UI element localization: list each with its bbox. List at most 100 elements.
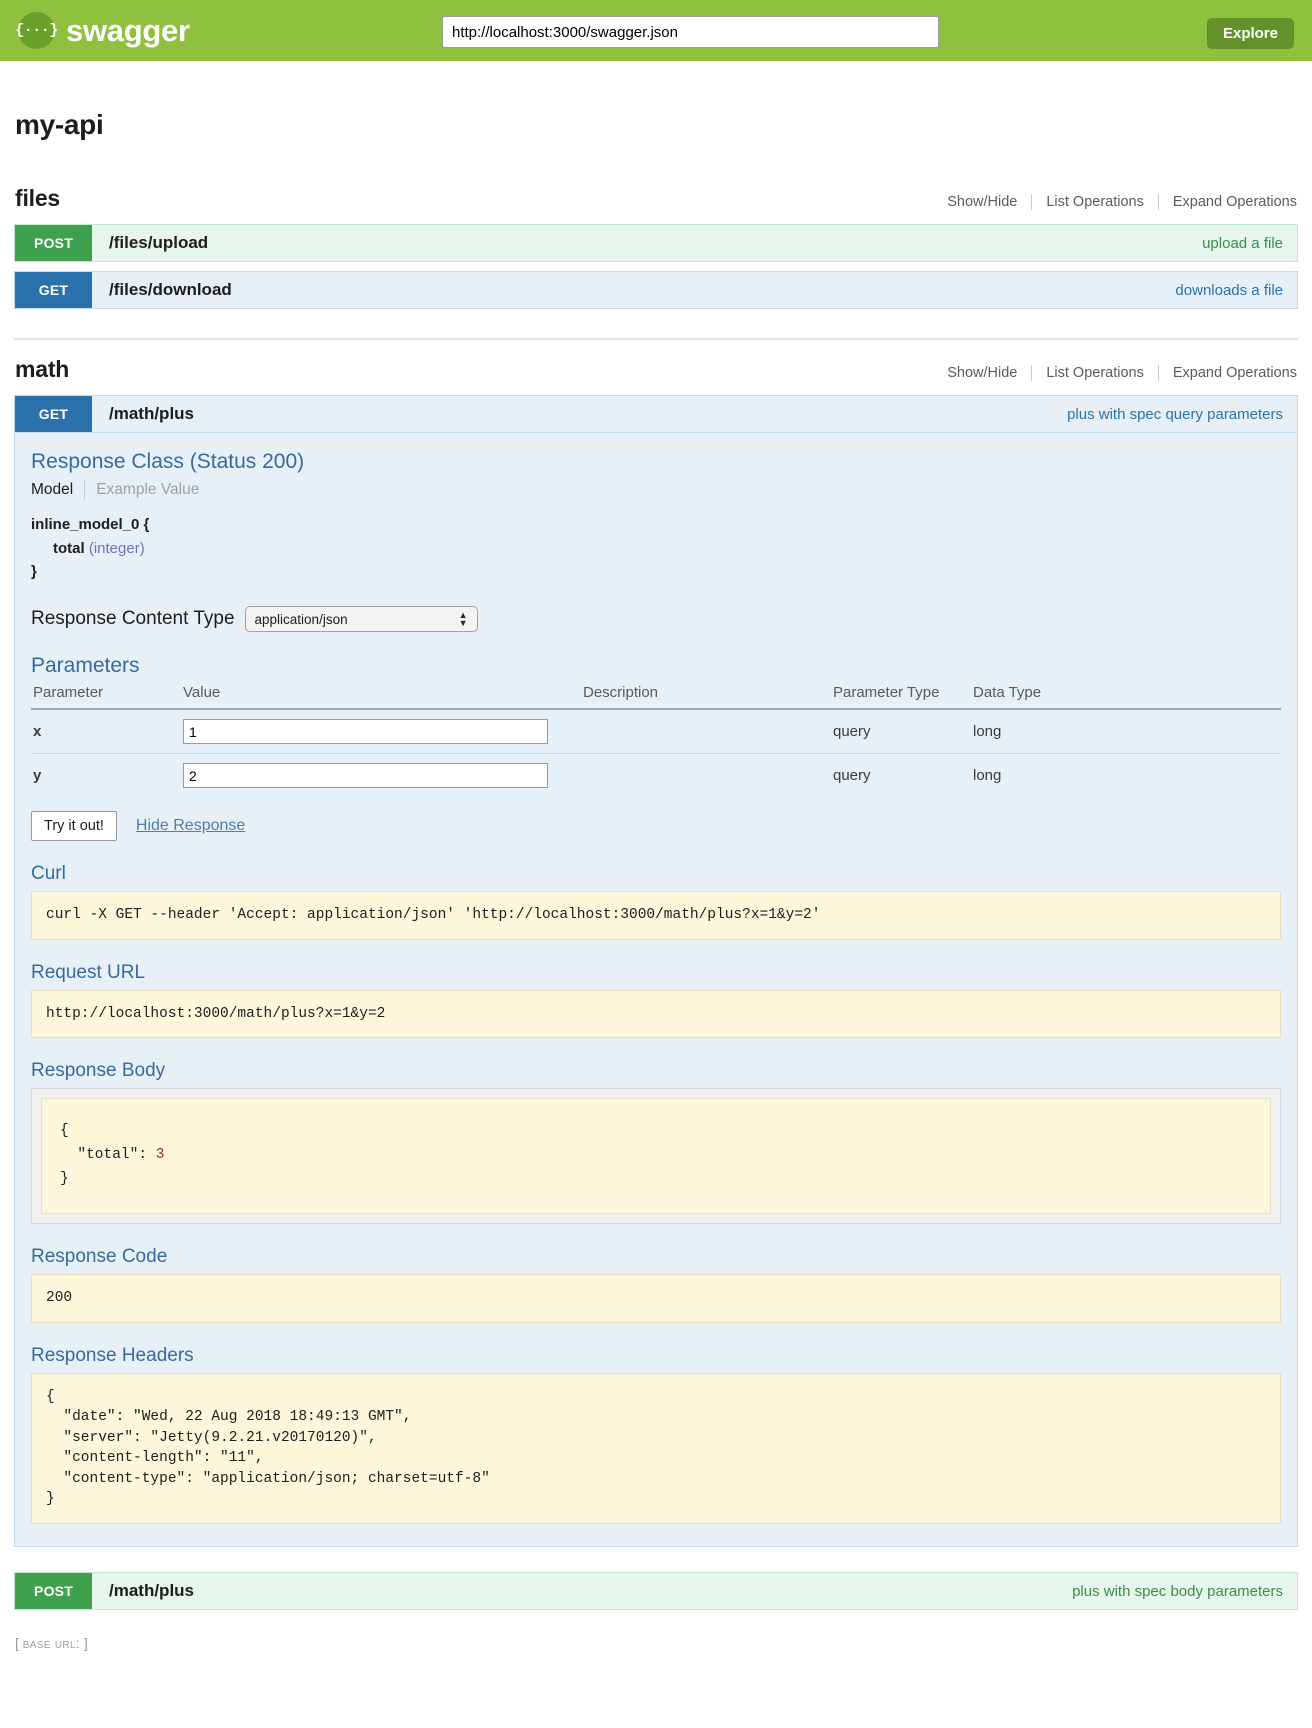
param-description-y [581,754,831,798]
operation-header[interactable]: GET /files/download downloads a file [14,271,1298,309]
response-code-title: Response Code [31,1246,1281,1268]
footer: [ BASE URL: ] [0,1619,1312,1673]
column-header-parameter-type: Parameter Type [831,684,971,709]
table-header-row: Parameter Value Description Parameter Ty… [31,684,1281,709]
updown-chevron-icon: ▲▼ [459,611,468,627]
parameters-title: Parameters [31,654,1281,678]
json-value-total: 3 [156,1147,165,1163]
method-badge-post: POST [15,1573,92,1609]
param-value-cell [181,709,581,754]
page-title: my-api [14,109,1298,141]
operation-summary[interactable]: plus with spec body parameters [1072,1573,1297,1609]
curl-command: curl -X GET --header 'Accept: applicatio… [31,891,1281,940]
resource-math: math Show/Hide List Operations Expand Op… [14,338,1298,1610]
model-close: } [31,563,37,580]
response-body-container: { "total": 3 } [31,1088,1281,1224]
column-header-value: Value [181,684,581,709]
param-description-x [581,709,831,754]
swagger-topbar: {···} swagger Explore [0,0,1312,61]
model-open: inline_model_0 { [31,516,149,533]
hide-response-link[interactable]: Hide Response [136,817,245,835]
operation-header[interactable]: POST /files/upload upload a file [14,224,1298,262]
operation-summary[interactable]: plus with spec query parameters [1067,396,1297,432]
show-hide-link-files[interactable]: Show/Hide [947,194,1031,210]
param-input-y[interactable] [183,763,548,788]
operation-summary[interactable]: upload a file [1202,225,1297,261]
tab-model[interactable]: Model [31,481,84,499]
param-data-type-y: long [971,754,1281,798]
response-headers-value: { "date": "Wed, 22 Aug 2018 18:49:13 GMT… [31,1373,1281,1524]
response-content-type-select[interactable]: application/json ▲▼ [245,606,478,632]
list-operations-link-files[interactable]: List Operations [1032,194,1158,210]
operation-path: /math/plus [92,396,1067,432]
param-data-type-x: long [971,709,1281,754]
table-row: y query long [31,754,1281,798]
request-url-value: http://localhost:3000/math/plus?x=1&y=2 [31,990,1281,1039]
json-open-brace: { [60,1123,69,1139]
explore-button[interactable]: Explore [1207,18,1294,49]
list-operations-link-math[interactable]: List Operations [1032,365,1158,381]
operation-post-math-plus: POST /math/plus plus with spec body para… [14,1572,1298,1610]
operation-get-files-download: GET /files/download downloads a file [14,271,1298,309]
swagger-logo[interactable]: {···} swagger [18,12,190,49]
model-property-name: total [31,537,85,561]
main-content: my-api files Show/Hide List Operations E… [0,109,1312,1610]
expand-operations-link-math[interactable]: Expand Operations [1159,365,1297,381]
response-body-title: Response Body [31,1060,1281,1082]
param-name-x: x [31,709,181,754]
operation-path: /files/upload [92,225,1202,261]
operation-header[interactable]: GET /math/plus plus with spec query para… [14,395,1298,433]
expand-operations-link-files[interactable]: Expand Operations [1159,194,1297,210]
method-badge-get: GET [15,272,92,308]
show-hide-link-math[interactable]: Show/Hide [947,365,1031,381]
resource-actions: Show/Hide List Operations Expand Operati… [947,194,1297,210]
model-tabs: Model Example Value [31,480,1281,499]
method-badge-post: POST [15,225,92,261]
resource-header: math Show/Hide List Operations Expand Op… [14,356,1298,395]
param-type-y: query [831,754,971,798]
param-name-y: y [31,754,181,798]
operation-header[interactable]: POST /math/plus plus with spec body para… [14,1572,1298,1610]
model-schema: inline_model_0 { total (integer) } [31,513,1281,584]
response-content-type-value: application/json [255,612,348,627]
resource-actions: Show/Hide List Operations Expand Operati… [947,365,1297,381]
param-value-cell [181,754,581,798]
column-header-parameter: Parameter [31,684,181,709]
operation-summary[interactable]: downloads a file [1175,272,1297,308]
response-content-type-label: Response Content Type [31,608,235,630]
parameters-table: Parameter Value Description Parameter Ty… [31,684,1281,797]
resource-name-math[interactable]: math [15,356,69,383]
operation-path: /math/plus [92,1573,1072,1609]
try-it-out-button[interactable]: Try it out! [31,811,117,841]
column-header-description: Description [581,684,831,709]
method-badge-get: GET [15,396,92,432]
model-property-type: (integer) [89,540,145,557]
param-type-x: query [831,709,971,754]
operation-actions: Try it out! Hide Response [31,811,1281,841]
response-class-title: Response Class (Status 200) [31,450,1281,474]
operation-details: Response Class (Status 200) Model Exampl… [14,433,1298,1547]
json-close-brace: } [60,1171,69,1187]
footer-open-bracket: [ [15,1635,19,1651]
spec-url-input[interactable] [443,17,938,47]
resource-files: files Show/Hide List Operations Expand O… [14,185,1298,309]
operation-get-math-plus: GET /math/plus plus with spec query para… [14,395,1298,1547]
json-key-total: "total": [60,1147,156,1163]
operation-post-files-upload: POST /files/upload upload a file [14,224,1298,262]
response-code-value: 200 [31,1274,1281,1323]
swagger-braces-logo-icon: {···} [18,12,55,49]
resource-header: files Show/Hide List Operations Expand O… [14,185,1298,224]
response-headers-title: Response Headers [31,1345,1281,1367]
request-url-title: Request URL [31,962,1281,984]
operation-path: /files/download [92,272,1175,308]
resource-name-files[interactable]: files [15,185,60,212]
curl-title: Curl [31,863,1281,885]
column-header-data-type: Data Type [971,684,1281,709]
swagger-logo-text: swagger [66,13,190,49]
tab-example-value[interactable]: Example Value [85,481,199,499]
response-content-type-row: Response Content Type application/json ▲… [31,606,1281,632]
param-input-x[interactable] [183,719,548,744]
base-url-label: BASE URL: [23,1635,80,1651]
table-row: x query long [31,709,1281,754]
footer-close-bracket: ] [84,1635,88,1651]
